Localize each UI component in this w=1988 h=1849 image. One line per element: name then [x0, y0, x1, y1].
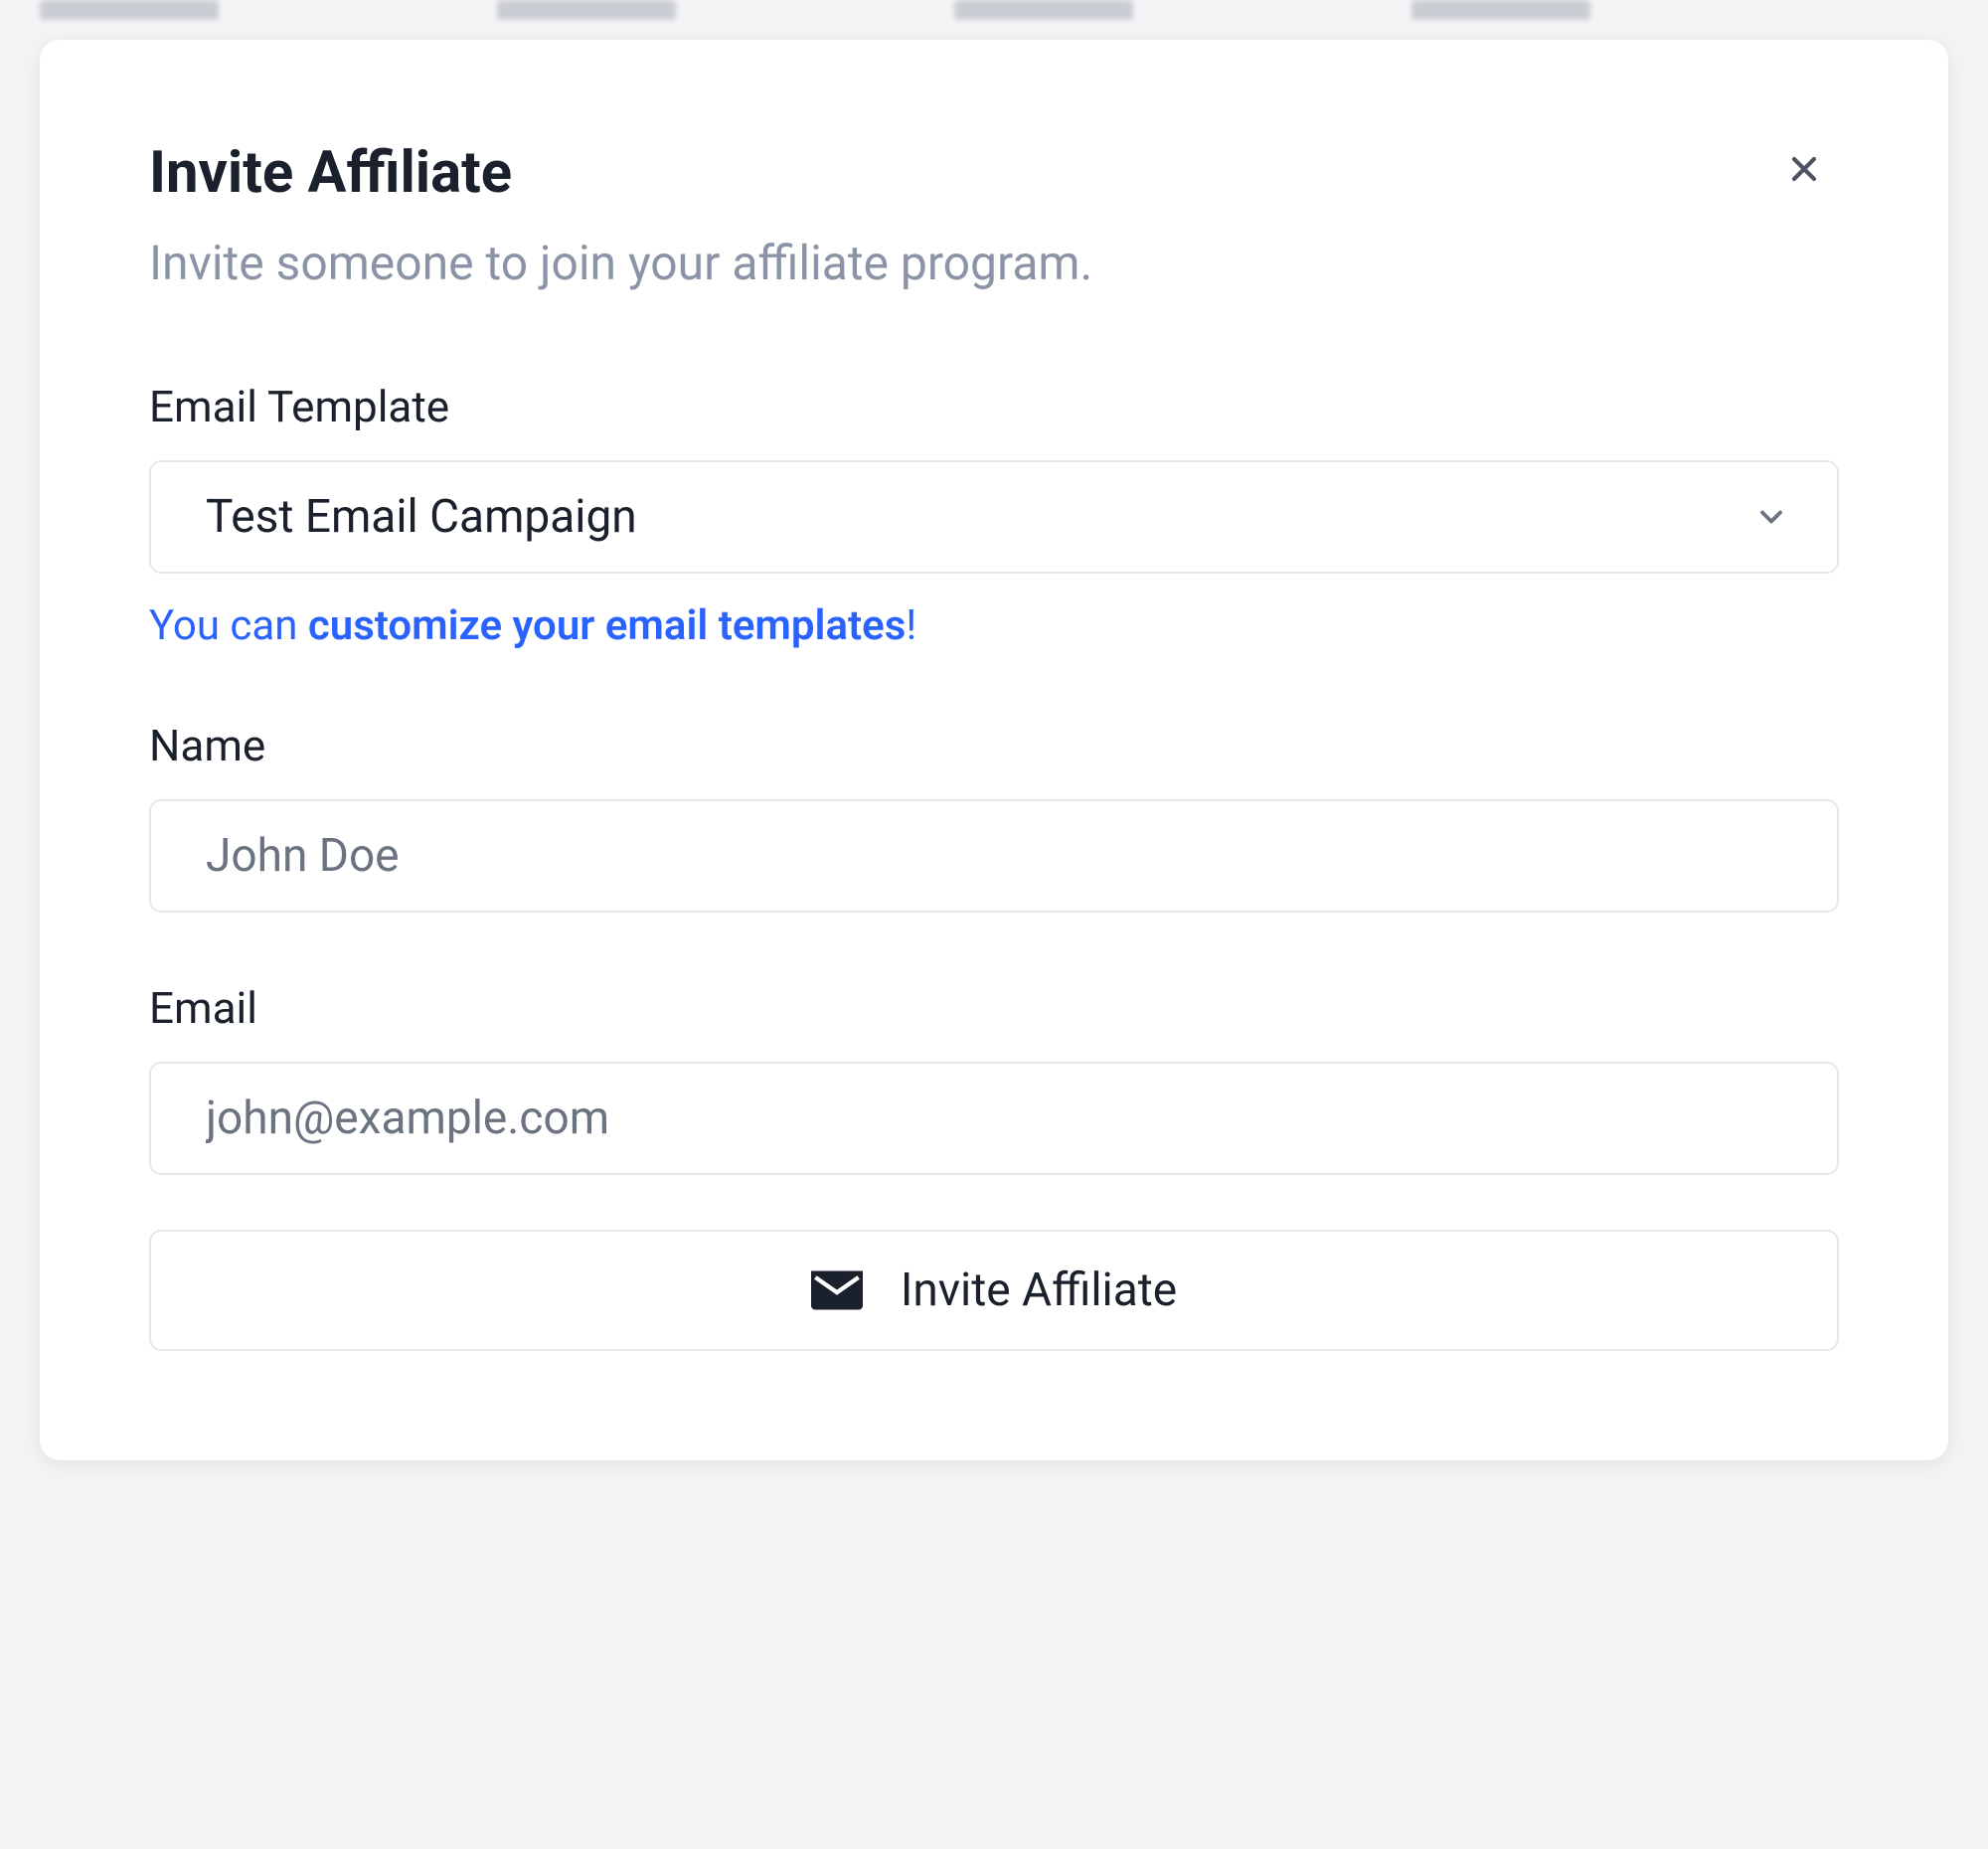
email-template-group: Email Template Test Email Campaign You c…	[149, 381, 1839, 650]
name-group: Name	[149, 720, 1839, 913]
email-template-select[interactable]: Test Email Campaign	[149, 460, 1839, 574]
invite-affiliate-button[interactable]: Invite Affiliate	[149, 1230, 1839, 1351]
hint-suffix: !	[906, 601, 916, 650]
email-group: Email	[149, 982, 1839, 1175]
modal-title: Invite Affiliate	[149, 139, 1839, 207]
customize-templates-link[interactable]: customize your email templates	[308, 601, 906, 650]
close-button[interactable]	[1779, 144, 1829, 194]
hint-prefix: You can	[149, 601, 308, 650]
submit-label: Invite Affiliate	[901, 1263, 1177, 1317]
email-template-select-wrapper: Test Email Campaign	[149, 460, 1839, 574]
email-template-label: Email Template	[149, 381, 1839, 432]
name-label: Name	[149, 720, 1839, 771]
close-icon	[1784, 149, 1824, 189]
email-label: Email	[149, 982, 1839, 1034]
name-input[interactable]	[149, 799, 1839, 913]
email-input[interactable]	[149, 1062, 1839, 1175]
envelope-icon	[811, 1269, 863, 1311]
invite-affiliate-modal: Invite Affiliate Invite someone to join …	[40, 40, 1948, 1460]
template-hint: You can customize your email templates!	[149, 601, 1839, 650]
modal-subtitle: Invite someone to join your affiliate pr…	[149, 235, 1839, 291]
backdrop-blurred-tabs	[0, 0, 1988, 35]
